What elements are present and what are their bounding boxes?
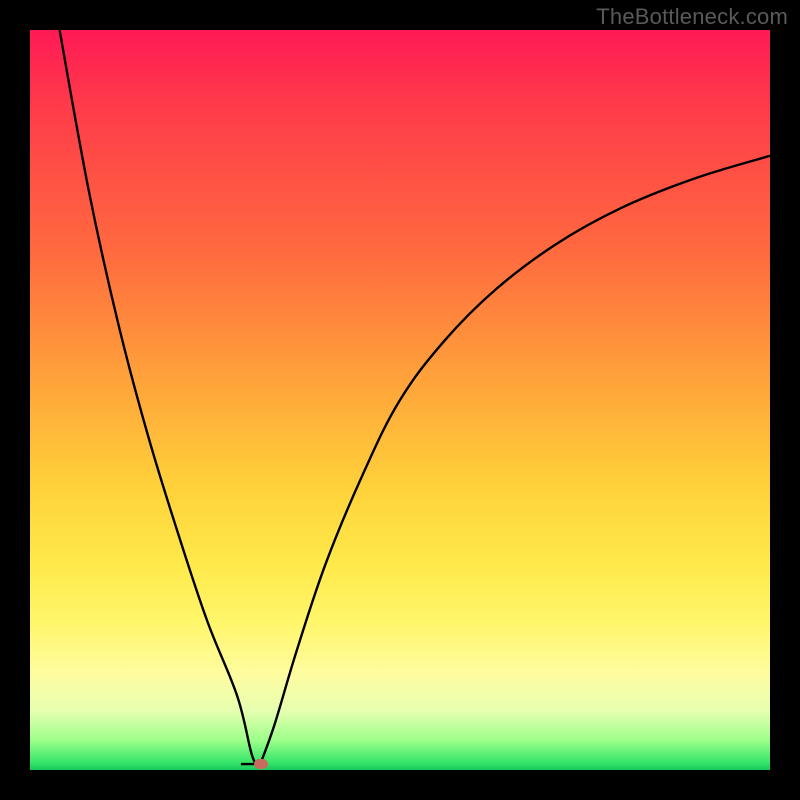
vertex-marker <box>254 759 268 769</box>
right-branch-path <box>259 156 770 767</box>
plot-area <box>30 30 770 770</box>
curve-layer <box>30 30 770 770</box>
chart-frame: TheBottleneck.com <box>0 0 800 800</box>
left-branch-path <box>60 30 260 766</box>
watermark-text: TheBottleneck.com <box>596 4 788 30</box>
